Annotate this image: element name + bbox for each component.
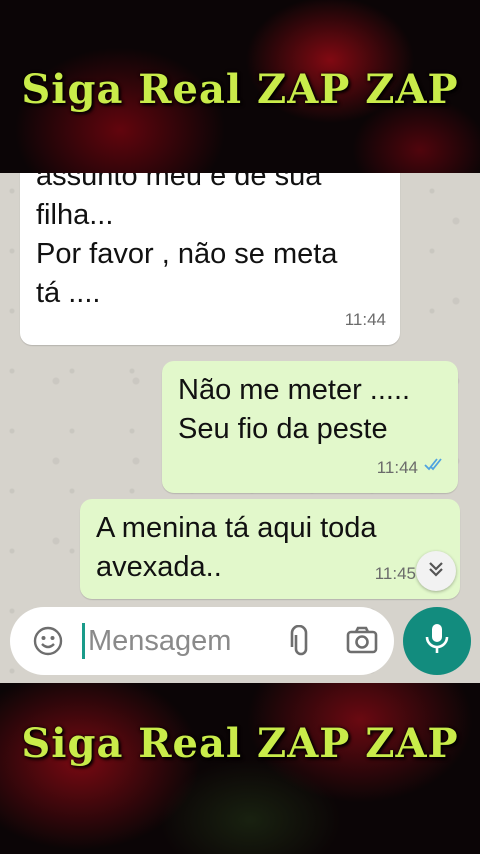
chevron-double-down-icon	[426, 559, 446, 583]
emoji-icon[interactable]	[32, 625, 64, 661]
camera-icon[interactable]	[346, 625, 378, 659]
message-time: 11:45	[374, 564, 416, 583]
message-compose-bar	[10, 607, 394, 675]
message-time: 11:44	[376, 458, 418, 477]
scroll-to-bottom-button[interactable]	[416, 551, 456, 591]
message-time: 11:44	[344, 310, 386, 329]
message-outgoing[interactable]: Não me meter ..... Seu fio da peste 11:4…	[162, 361, 458, 493]
message-incoming[interactable]: assunto meu e de sua filha... Por favor …	[20, 173, 400, 345]
message-text: Não me meter ..... Seu fio da peste	[178, 374, 411, 445]
mic-icon	[424, 622, 450, 660]
banner-top: Siga Real ZAP ZAP	[21, 66, 459, 113]
voice-record-button[interactable]	[403, 607, 471, 675]
paperclip-icon[interactable]	[286, 624, 312, 661]
double-check-icon	[424, 446, 444, 485]
banner-bottom: Siga Real ZAP ZAP	[21, 720, 459, 767]
message-text: assunto meu e de sua filha... Por favor …	[36, 173, 338, 309]
message-outgoing[interactable]: A menina tá aqui toda avexada.. 11:45	[80, 499, 460, 599]
message-input[interactable]	[88, 621, 278, 661]
text-caret	[82, 623, 85, 659]
